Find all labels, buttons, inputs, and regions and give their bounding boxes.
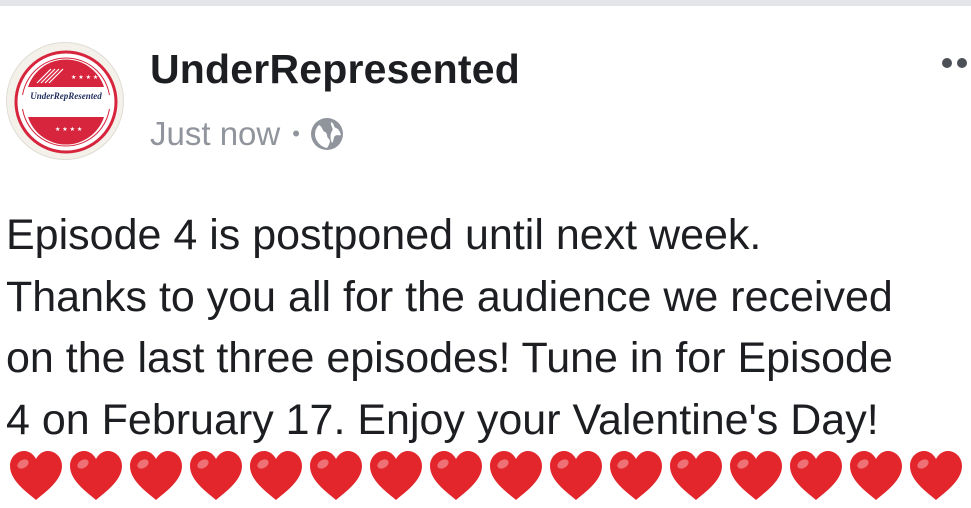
meta-separator: • [292,121,300,146]
heart-emoji [730,451,782,500]
post-line-4: 4 on February 17. Enjoy your Valentine's… [6,395,879,444]
heart-emoji [610,451,662,500]
heart-emoji [310,451,362,500]
globe-icon[interactable] [310,117,344,151]
logo-emblem: ★ ★ ★ ★ ★ ★ ★ ★ [14,50,118,154]
top-divider [0,0,971,6]
heart-emoji [250,451,302,500]
heart-emoji [670,451,722,500]
author-name[interactable]: UnderRepresented [150,46,520,93]
heart-emoji [550,451,602,500]
post-line-1: Episode 4 is postponed until next week. [6,211,762,259]
svg-text:★ ★ ★ ★: ★ ★ ★ ★ [55,126,82,133]
heart-emoji [490,451,542,500]
post-body: Episode 4 is postponed until next week. … [6,205,971,451]
heart-emoji-row [8,450,971,508]
timestamp[interactable]: Just now [150,115,280,153]
post-line-3: on the last three episodes! Tune in for … [6,334,893,382]
logo-tagline: Where Women Veterans Matter [35,119,97,124]
more-dot [942,58,952,68]
heart-emoji [790,451,842,500]
post-line-2: Thanks to you all for the audience we re… [6,272,893,321]
post-meta: Just now • [150,112,344,156]
heart-emoji [430,451,482,500]
heart-emoji [10,451,62,500]
heart-emoji [130,451,182,500]
heart-emoji [370,451,422,500]
heart-emoji [70,451,122,500]
avatar[interactable]: ★ ★ ★ ★ ★ ★ ★ ★ UnderRepResented Where W… [6,42,124,160]
heart-emoji [910,451,962,500]
heart-emoji [850,451,902,500]
more-options-icon[interactable] [942,58,971,68]
more-dot [957,58,967,68]
heart-emoji [190,451,242,500]
svg-text:★ ★ ★ ★: ★ ★ ★ ★ [71,74,98,81]
logo-title: UnderRepResented [30,91,102,101]
